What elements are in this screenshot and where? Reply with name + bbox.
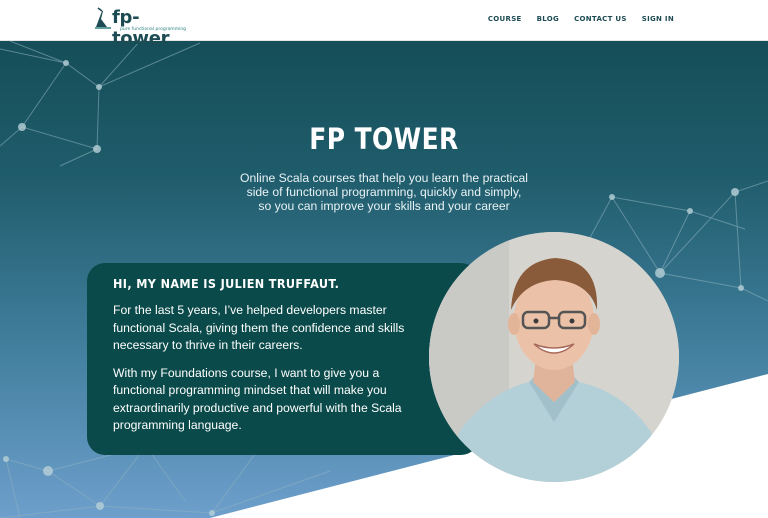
nav-course[interactable]: COURSE bbox=[488, 15, 522, 23]
hero-subtitle-line-1: Online Scala courses that help you learn… bbox=[240, 171, 528, 185]
intro-card: HI, MY NAME IS JULIEN TRUFFAUT. For the … bbox=[87, 263, 479, 455]
nav-blog[interactable]: BLOG bbox=[537, 15, 559, 23]
hero-title: FP TOWER bbox=[309, 122, 459, 156]
intro-paragraph: With my Foundations course, I want to gi… bbox=[113, 365, 402, 433]
main-nav: COURSE BLOG CONTACT US SIGN IN bbox=[473, 15, 674, 23]
author-portrait-image bbox=[429, 232, 679, 482]
hero-section: FP TOWER Online Scala courses that help … bbox=[0, 41, 768, 518]
nav-sign-in[interactable]: SIGN IN bbox=[642, 15, 674, 23]
intro-paragraph: For the last 5 years, I’ve helped develo… bbox=[113, 303, 405, 352]
logo-tagline: pure functional programming bbox=[120, 27, 187, 32]
hero-subtitle-line-2: side of functional programming, quickly … bbox=[246, 185, 522, 199]
site-header: fp-tower pure functional programming COU… bbox=[0, 0, 768, 49]
hero-subtitle-line-3: so you can improve your skills and your … bbox=[258, 199, 510, 213]
tower-logo-icon bbox=[95, 7, 111, 29]
logo-link[interactable]: fp-tower pure functional programming bbox=[93, 6, 187, 49]
hero-subtitle: Online Scala courses that help you learn… bbox=[234, 171, 534, 213]
nav-contact-us[interactable]: CONTACT US bbox=[574, 15, 627, 23]
author-photo bbox=[429, 232, 679, 482]
intro-heading: HI, MY NAME IS JULIEN TRUFFAUT. bbox=[113, 276, 340, 291]
